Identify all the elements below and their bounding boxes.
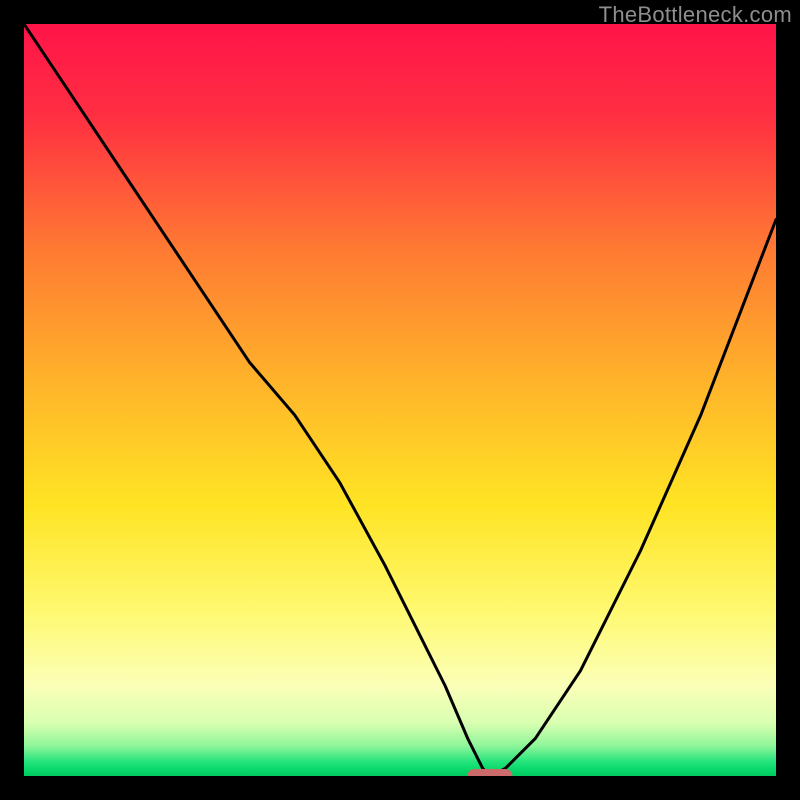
plot-area bbox=[24, 24, 776, 776]
optimal-marker bbox=[468, 769, 513, 776]
background-gradient bbox=[24, 24, 776, 776]
chart-frame: TheBottleneck.com bbox=[0, 0, 800, 800]
